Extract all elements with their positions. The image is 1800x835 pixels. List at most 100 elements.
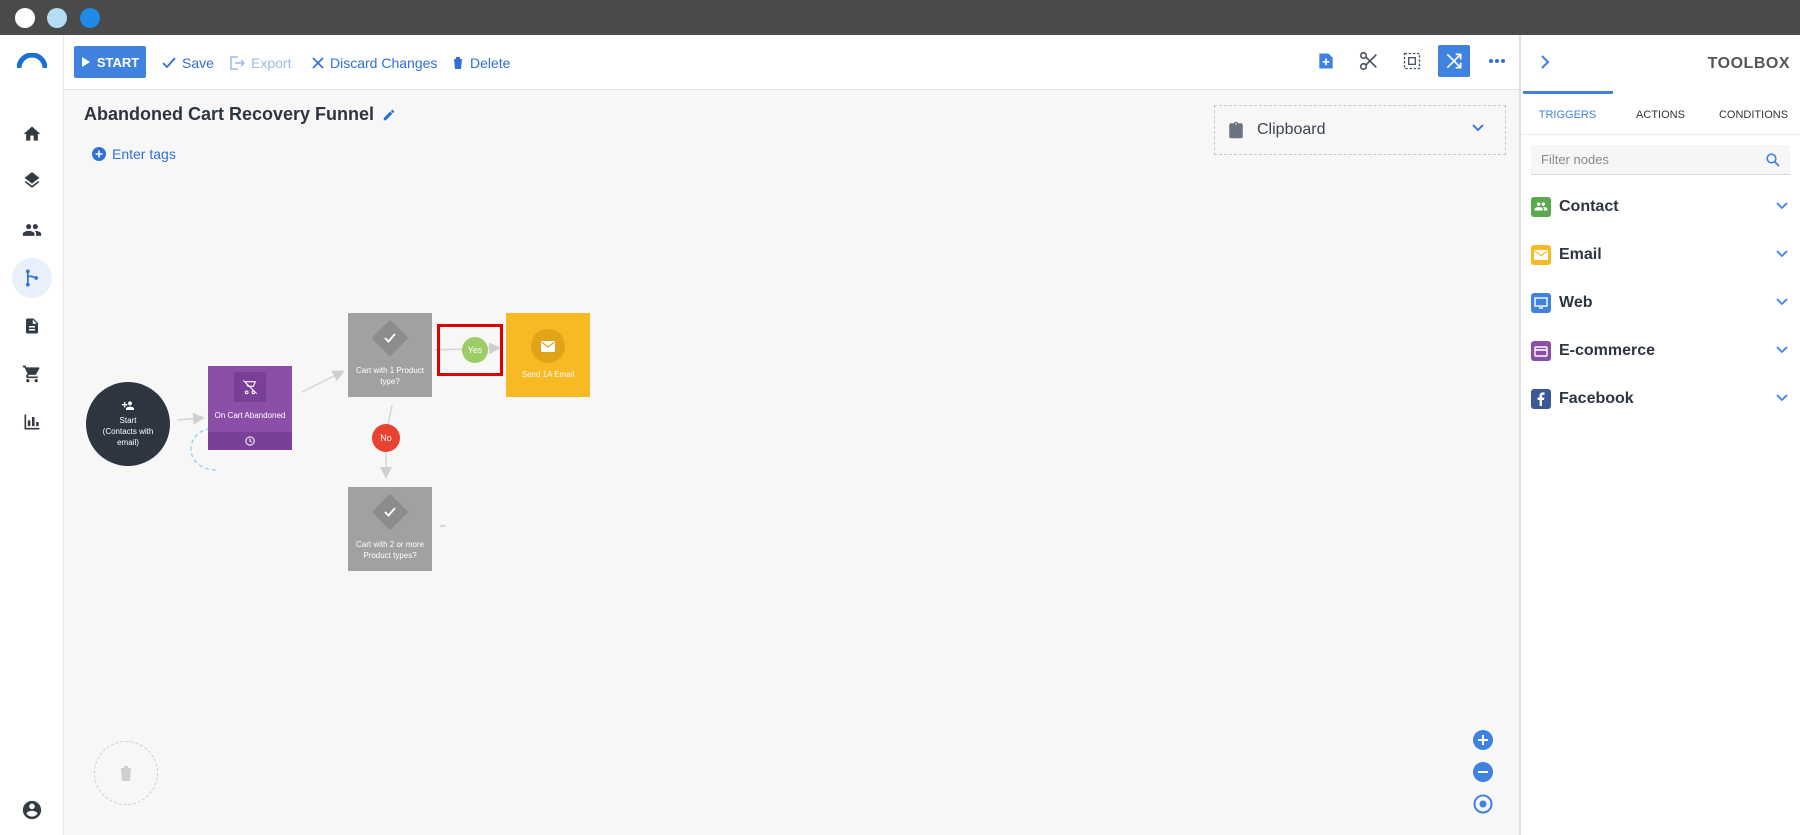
document-icon (23, 316, 41, 336)
condition-diamond (371, 319, 409, 357)
category-contact-label: Contact (1559, 198, 1619, 215)
condition-diamond (371, 493, 409, 531)
nav-account[interactable] (12, 790, 52, 830)
check-icon (162, 56, 176, 69)
recenter-button[interactable] (1473, 794, 1495, 816)
trigger-node-label: On Cart Abandoned (214, 411, 286, 420)
connector-trigger-condition1 (301, 370, 345, 393)
select-all-button[interactable] (1396, 45, 1428, 77)
nav-contacts[interactable] (12, 210, 52, 250)
category-email-label: Email (1559, 246, 1602, 263)
nav-documents[interactable] (12, 306, 52, 346)
condition-node-1-product-type[interactable]: Cart with 1 Product type? (348, 313, 432, 397)
toolbox-header-underline (1523, 91, 1613, 94)
toolbox-header: TOOLBOX (1521, 35, 1800, 95)
no-branch-badge[interactable]: No (372, 424, 400, 452)
condition1-label: Cart with 1 Product type? (355, 366, 425, 386)
chevron-down-icon (1776, 393, 1788, 403)
condition-node-2-product-types[interactable]: Cart with 2 or more Product types? (348, 487, 432, 571)
export-button-label: Export (251, 54, 292, 71)
zoom-controls (1473, 730, 1495, 826)
tab-conditions[interactable]: CONDITIONS (1707, 109, 1800, 121)
start-node[interactable]: Start (Contacts with email) (86, 382, 170, 466)
chevron-right-icon[interactable] (1539, 55, 1551, 69)
chevron-down-icon (1776, 249, 1788, 259)
clipboard-label: Clipboard (1257, 121, 1326, 138)
category-web[interactable]: Web (1521, 279, 1800, 327)
connector-start-trigger (176, 412, 205, 425)
filter-nodes-input[interactable] (1541, 152, 1761, 167)
layers-icon (22, 172, 42, 192)
workflow-canvas[interactable]: Abandoned Cart Recovery Funnel Enter tag… (64, 90, 1519, 835)
trigger-timer-bar (208, 432, 292, 450)
category-email[interactable]: Email (1521, 231, 1800, 279)
nav-ecommerce[interactable] (12, 354, 52, 394)
trash-dropzone[interactable] (94, 741, 158, 805)
add-note-button[interactable] (1310, 45, 1342, 77)
nav-analytics[interactable] (12, 402, 52, 442)
window-dot-maximize[interactable] (80, 8, 100, 28)
zoom-in-icon (1473, 730, 1495, 750)
close-icon (312, 56, 324, 69)
play-icon (81, 56, 91, 68)
discard-changes-button[interactable]: Discard Changes (312, 35, 437, 90)
condition2-label: Cart with 2 or more Product types? (355, 540, 425, 560)
zoom-in-button[interactable] (1473, 730, 1495, 752)
shuffle-button[interactable] (1438, 45, 1470, 77)
save-button[interactable]: Save (162, 35, 214, 90)
save-button-label: Save (182, 54, 214, 71)
check-icon (384, 333, 396, 343)
select-all-icon (1402, 51, 1422, 71)
remove-cart-icon (242, 379, 258, 395)
recenter-icon (1473, 794, 1495, 814)
export-button[interactable]: Export (229, 35, 291, 90)
workflow-icon (22, 268, 42, 288)
account-icon (21, 799, 43, 821)
start-button-label: START (96, 54, 140, 70)
tab-triggers[interactable]: TRIGGERS (1521, 109, 1614, 121)
more-button[interactable] (1481, 45, 1513, 77)
start-button[interactable]: START (74, 46, 146, 78)
trigger-node-cart-abandoned[interactable]: On Cart Abandoned (208, 366, 292, 450)
toolbox-panel: TOOLBOX TRIGGERS ACTIONS CONDITIONS Cont… (1519, 35, 1800, 835)
filter-nodes-field (1531, 145, 1790, 175)
zoom-out-button[interactable] (1473, 762, 1495, 784)
brand-logo (17, 53, 47, 69)
trash-icon (119, 764, 133, 782)
nav-layers[interactable] (12, 162, 52, 202)
category-facebook[interactable]: Facebook (1521, 375, 1800, 423)
check-icon (384, 507, 396, 517)
no-label: No (380, 433, 392, 443)
email-node-send-1a[interactable]: Send 1A Email (506, 313, 590, 397)
email-node-label: Send 1A Email (521, 370, 575, 379)
chevron-down-icon (1776, 201, 1788, 211)
window-dot-minimize[interactable] (47, 8, 67, 28)
cut-icon (1358, 50, 1380, 72)
delete-button[interactable]: Delete (452, 35, 510, 90)
clipboard-icon (1227, 119, 1245, 141)
nav-workflow[interactable] (12, 258, 52, 298)
delete-button-label: Delete (470, 54, 511, 71)
trigger-icon-box (234, 372, 266, 402)
zoom-out-icon (1473, 762, 1495, 782)
toolbox-title: TOOLBOX (1707, 55, 1790, 72)
more-icon (1488, 58, 1506, 64)
category-ecommerce[interactable]: E-commerce (1521, 327, 1800, 375)
tab-actions[interactable]: ACTIONS (1614, 109, 1707, 121)
window-dot-close[interactable] (15, 8, 35, 28)
clipboard-dropdown[interactable]: Clipboard (1214, 105, 1506, 155)
chevron-down-icon (1471, 121, 1485, 135)
export-icon (229, 55, 245, 70)
email-icon (1531, 245, 1551, 265)
search-icon[interactable] (1766, 153, 1780, 167)
chevron-down-icon (1776, 297, 1788, 307)
add-note-icon (1316, 51, 1336, 71)
category-contact[interactable]: Contact (1521, 183, 1800, 231)
nav-home[interactable] (12, 114, 52, 154)
yes-branch-badge[interactable]: Yes (462, 337, 488, 363)
chevron-down-icon (1776, 345, 1788, 355)
envelope-icon (541, 340, 555, 352)
left-sidebar (0, 35, 64, 835)
start-node-label: Start (Contacts with email) (102, 416, 154, 447)
cut-button[interactable] (1353, 45, 1385, 77)
